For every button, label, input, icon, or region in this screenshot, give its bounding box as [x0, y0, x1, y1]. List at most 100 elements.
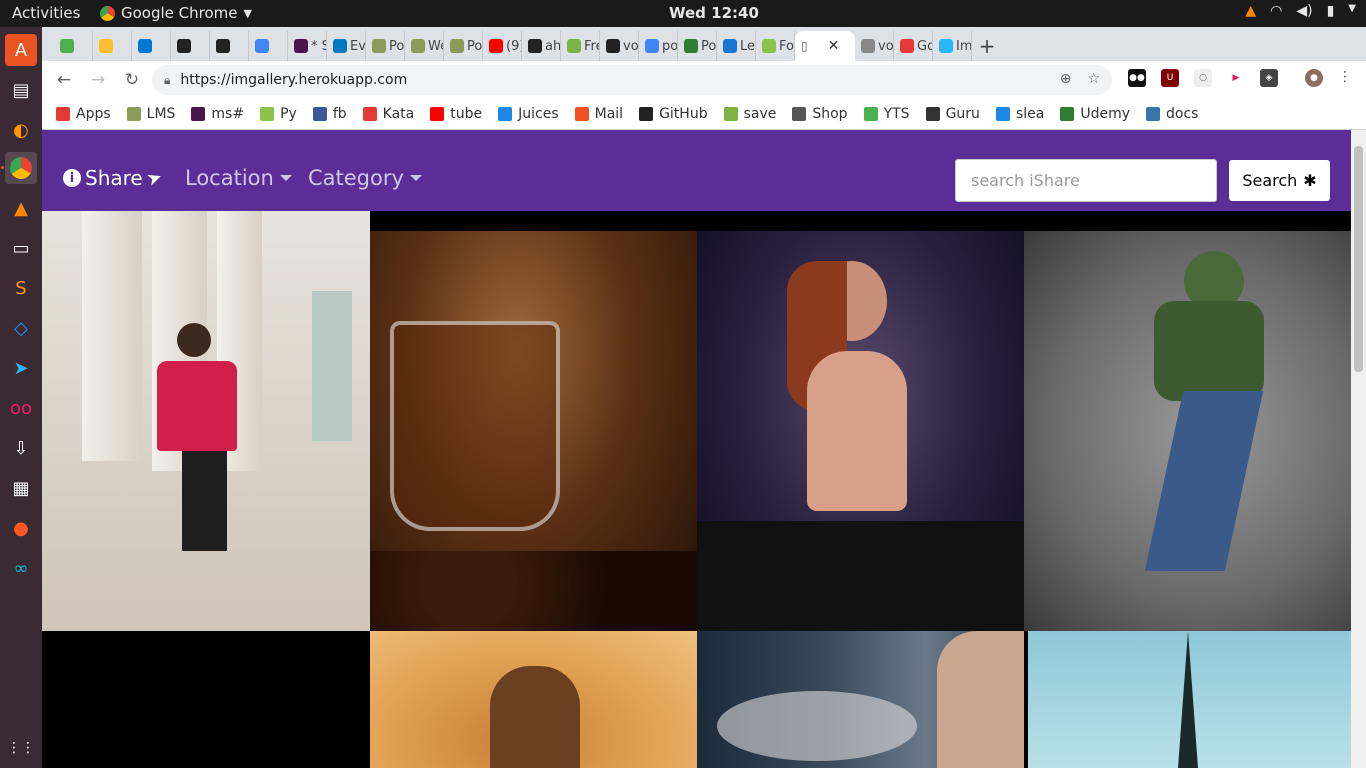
- tab-favicon-icon: [861, 39, 875, 53]
- file-manager-icon[interactable]: ▤: [5, 74, 37, 106]
- bookmark-item[interactable]: docs: [1146, 106, 1198, 122]
- bookmark-item[interactable]: LMS: [126, 106, 175, 122]
- installer-icon[interactable]: ⇩: [5, 432, 37, 464]
- extension-icon[interactable]: ▶: [1227, 69, 1245, 87]
- browser-tab[interactable]: Fo: [756, 31, 795, 61]
- browser-tab[interactable]: vo: [855, 31, 894, 61]
- reload-button[interactable]: ↻: [116, 64, 148, 96]
- bookmark-item[interactable]: Guru: [925, 106, 980, 122]
- system-tray[interactable]: ▲ ◠ ◀) ▮ ▼: [1245, 3, 1356, 19]
- bookmark-icon: [863, 107, 878, 121]
- bookmark-item[interactable]: GitHub: [639, 106, 708, 122]
- gallery-image[interactable]: [42, 211, 370, 631]
- browser-tab[interactable]: Le: [717, 31, 756, 61]
- url-text: https://imgallery.herokuapp.com: [180, 72, 408, 88]
- bookmark-label: Mail: [594, 106, 624, 122]
- ublock-icon[interactable]: U: [1161, 69, 1179, 87]
- bookmark-item[interactable]: tube: [430, 106, 482, 122]
- extension-icon[interactable]: ●●: [1128, 69, 1146, 87]
- tab-label: Po: [389, 38, 405, 54]
- tab-active[interactable]: ▯ ✕: [795, 31, 855, 61]
- browser-tab[interactable]: * S: [288, 31, 327, 61]
- browser-tab[interactable]: Po: [444, 31, 483, 61]
- browser-tab[interactable]: [171, 31, 210, 61]
- tab-favicon-icon: [939, 39, 953, 53]
- browser-tab[interactable]: [132, 31, 171, 61]
- bookmark-item[interactable]: Juices: [498, 106, 559, 122]
- clock[interactable]: Wed 12:40: [669, 4, 759, 22]
- browser-tab[interactable]: Po: [678, 31, 717, 61]
- gallery-image[interactable]: [370, 631, 697, 768]
- bookmark-item[interactable]: YTS: [863, 106, 910, 122]
- gallery-image[interactable]: [1024, 231, 1351, 631]
- firefox-icon[interactable]: ◐: [5, 114, 37, 146]
- bookmark-item[interactable]: Udemy: [1060, 106, 1130, 122]
- browser-tab[interactable]: [210, 31, 249, 61]
- browser-tab[interactable]: Im: [933, 31, 972, 61]
- extension-icon[interactable]: ◈: [1260, 69, 1278, 87]
- browser-tab[interactable]: Po: [366, 31, 405, 61]
- star-icon[interactable]: ☆: [1087, 71, 1100, 87]
- location-dropdown[interactable]: Location: [185, 166, 292, 190]
- flickr-icon[interactable]: oo: [5, 392, 37, 424]
- vlc-icon[interactable]: ▲: [5, 192, 37, 224]
- scrollbar-thumb[interactable]: [1354, 146, 1363, 372]
- gallery-image[interactable]: [1028, 631, 1351, 768]
- tab-label: po: [662, 38, 678, 54]
- browser-tab[interactable]: We: [405, 31, 444, 61]
- browser-tab[interactable]: Fre: [561, 31, 600, 61]
- bookmark-item[interactable]: Mail: [574, 106, 624, 122]
- brand-link[interactable]: i Share ➤: [63, 166, 165, 190]
- browser-tab[interactable]: [249, 31, 288, 61]
- new-tab-button[interactable]: +: [972, 31, 1002, 61]
- zoom-icon[interactable]: ⊕: [1060, 71, 1072, 87]
- browser-tab[interactable]: vo: [600, 31, 639, 61]
- arduino-icon[interactable]: ∞: [5, 552, 37, 584]
- gallery-image[interactable]: [370, 231, 697, 631]
- app-menu[interactable]: Google Chrome ▼: [100, 4, 252, 22]
- browser-tab[interactable]: Go: [894, 31, 933, 61]
- bookmark-item[interactable]: Shop: [792, 106, 848, 122]
- tab-favicon-icon: [684, 39, 698, 53]
- bookmark-item[interactable]: save: [723, 106, 776, 122]
- postman-icon[interactable]: ●: [5, 512, 37, 544]
- menu-icon[interactable]: ⋮: [1338, 69, 1352, 87]
- back-button[interactable]: ←: [48, 64, 80, 96]
- forward-button[interactable]: →: [82, 64, 114, 96]
- gallery-image[interactable]: [697, 631, 1024, 768]
- calculator-icon[interactable]: ▦: [5, 472, 37, 504]
- browser-tab[interactable]: Ev: [327, 31, 366, 61]
- browser-tab[interactable]: ah: [522, 31, 561, 61]
- sublime-icon[interactable]: S: [5, 272, 37, 304]
- gallery-image[interactable]: [697, 231, 1024, 631]
- telegram-icon[interactable]: ➤: [5, 352, 37, 384]
- tab-label: (9): [506, 38, 521, 54]
- tab-label: Im: [956, 38, 972, 54]
- show-apps-icon[interactable]: ⋮⋮: [5, 732, 37, 764]
- vscode-icon[interactable]: ◇: [5, 312, 37, 344]
- activities-button[interactable]: Activities: [12, 4, 80, 22]
- bookmark-item[interactable]: Kata: [362, 106, 414, 122]
- address-bar[interactable]: 🔒︎ https://imgallery.herokuapp.com ⊕ ☆: [152, 65, 1112, 95]
- page-scrollbar[interactable]: [1351, 130, 1366, 768]
- browser-tab[interactable]: (9): [483, 31, 522, 61]
- bookmark-item[interactable]: Py: [260, 106, 297, 122]
- browser-tab[interactable]: [54, 31, 93, 61]
- extension-icon[interactable]: ○: [1194, 69, 1212, 87]
- chrome-dock-icon[interactable]: [5, 152, 37, 184]
- bookmark-item[interactable]: slea: [995, 106, 1044, 122]
- bookmark-item[interactable]: ms#: [191, 106, 244, 122]
- search-input[interactable]: [955, 159, 1217, 202]
- browser-tab[interactable]: po: [639, 31, 678, 61]
- search-button[interactable]: Search ✱: [1229, 160, 1330, 201]
- browser-tab[interactable]: [93, 31, 132, 61]
- bookmark-item[interactable]: fb: [312, 106, 347, 122]
- category-dropdown[interactable]: Category: [308, 166, 422, 190]
- close-icon[interactable]: ✕: [828, 38, 840, 54]
- software-icon[interactable]: A: [5, 34, 37, 66]
- gallery-image[interactable]: [42, 631, 370, 768]
- bookmark-item[interactable]: Apps: [56, 106, 111, 122]
- system-top-bar: Activities Google Chrome ▼ Wed 12:40 ▲ ◠…: [0, 0, 1366, 27]
- profile-avatar[interactable]: ●: [1305, 69, 1323, 87]
- terminal-icon[interactable]: ▭: [5, 232, 37, 264]
